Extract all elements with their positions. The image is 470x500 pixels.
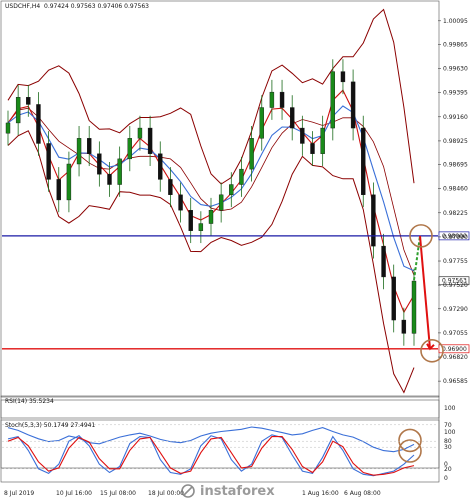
candle-body [350,81,356,129]
candle-body [218,194,224,211]
rsi-tick: 100 [444,405,456,412]
price-tick-label: 0.99630 [443,66,468,73]
stoch-tick: 0 [444,475,448,482]
price-tick-label: 1.00095 [443,18,468,25]
symbol-label: USDCHF,H4 [5,3,40,10]
candle-body [117,158,122,185]
ohlc-label: 0.97424 0.97563 0.97406 0.97563 [44,3,149,10]
candle-body [279,91,285,108]
candle-body [188,209,193,231]
candle-body [46,143,51,180]
candle-body [229,184,234,196]
candle-body [178,194,183,211]
candle-body [137,127,143,139]
candle-body [66,163,72,201]
watermark-text: instaforex [200,484,275,499]
candle-body [320,127,325,154]
price-tick-label: 0.98925 [443,138,468,145]
candle-body [127,138,133,160]
price-tick-label: 0.96820 [443,354,468,361]
candle-body [168,179,173,195]
price-tick-label: 0.98695 [443,162,468,169]
candle-body [97,153,102,175]
candle-body [401,319,407,334]
candle-body [26,97,31,105]
price-tick-label: 0.99395 [443,90,468,97]
candle-body [86,138,92,154]
price-tick-label: 0.96585 [443,378,468,385]
candle-body [158,153,163,180]
stoch-title: Stoch(5,3,3) 50.1749 27.4941 [5,422,96,429]
candle-body [290,107,295,129]
time-tick-label: 10 Jul 16:00 [56,490,92,497]
candle-body [330,71,335,129]
candle-body [371,194,376,247]
candle-body [411,280,417,334]
candle-body [15,97,21,124]
price-tick-label: 0.97755 [443,258,468,265]
candle-body [107,174,112,185]
time-tick-label: 8 Jul 2019 [4,490,34,497]
time-tick-label: 15 Jul 08:00 [100,490,136,497]
rsi-tick: 70 [444,422,452,429]
candle-body [269,91,275,108]
rsi-title: RSI(14) 35.5234 [5,398,54,405]
time-tick-label: 6 Aug 08:00 [344,490,381,497]
candle-body [208,209,214,224]
candle-body [198,223,204,231]
stoch-tick: 100 [444,429,456,436]
candle-body [259,107,264,139]
candle-body [381,245,386,278]
candle-body [340,71,346,83]
price-tick-label: 0.97520 [443,282,468,289]
chart-canvas: 0.980000.969000.97563 1.000950.998650.99… [0,0,470,500]
candle-body [36,104,41,144]
candle-body [300,127,305,144]
candle-body [56,179,61,201]
price-tick-label: 0.98225 [443,210,468,217]
candle-body [361,127,366,195]
price-tick-label: 0.97290 [443,306,468,313]
rsi-tick: 30 [444,444,452,451]
price-tick-label: 0.97055 [443,330,468,337]
candle-body [5,122,11,134]
level-label: 0.96900 [442,346,467,353]
time-tick-label: 18 Jul 00:00 [148,490,184,497]
price-tick-label: 0.99160 [443,114,468,121]
candle-body [310,143,315,154]
candle-body [239,168,244,185]
candle-body [76,138,82,165]
candle-body [147,127,153,154]
stoch-tick: 20 [444,466,452,473]
candle-body [249,138,254,170]
candle-body [391,276,396,321]
price-tick-label: 0.98460 [443,186,468,193]
time-tick-label: 1 Aug 16:00 [302,490,339,497]
price-tick-label: 0.99865 [443,41,468,48]
price-tick-label: 0.97990 [443,234,468,241]
stoch-tick: 80 [444,438,452,445]
